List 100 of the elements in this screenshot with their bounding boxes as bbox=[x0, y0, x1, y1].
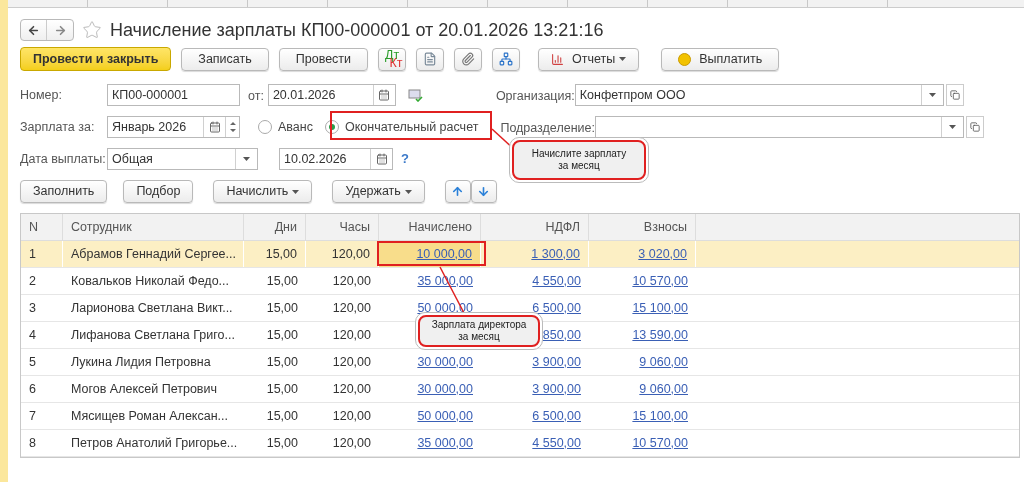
amount-link[interactable]: 15 100,00 bbox=[632, 298, 688, 318]
table-cell-text: 1 bbox=[29, 245, 36, 263]
table-command-button[interactable]: Заполнить bbox=[20, 180, 108, 203]
amount-link[interactable]: 35 000,00 bbox=[417, 433, 473, 453]
toolbar-button[interactable]: Записать bbox=[181, 47, 269, 71]
date-field[interactable]: 20.01.2026 bbox=[267, 84, 396, 106]
number-field[interactable]: КП00-000001 bbox=[107, 84, 240, 106]
field-label: от: bbox=[248, 89, 264, 103]
table-command-button[interactable]: Подбор bbox=[123, 180, 194, 203]
table-cell-text: Могов Алексей Петрович bbox=[71, 380, 217, 398]
caret-icon bbox=[243, 157, 250, 161]
callout-tooltip: Начислите зарплату за месяц bbox=[512, 140, 646, 180]
table-cell-text: 120,00 bbox=[331, 245, 370, 263]
coin-icon bbox=[678, 52, 692, 66]
amount-link[interactable]: 850,00 bbox=[542, 325, 581, 345]
amount-link[interactable]: 3 900,00 bbox=[532, 379, 581, 399]
star-icon[interactable] bbox=[82, 20, 102, 40]
amount-link[interactable]: 3 900,00 bbox=[532, 352, 581, 372]
column-header[interactable]: N bbox=[21, 214, 63, 240]
amount-link[interactable]: 30 000,00 bbox=[417, 352, 473, 372]
spinner-icon[interactable] bbox=[229, 122, 236, 132]
table-cell-text: Мясищев Роман Алексан... bbox=[71, 407, 228, 425]
table-command-button[interactable]: Удержать bbox=[332, 180, 425, 203]
radio-option[interactable]: Окончательный расчет bbox=[324, 117, 479, 137]
table-cell-text: 15,00 bbox=[265, 245, 297, 263]
caret-icon bbox=[404, 189, 412, 194]
column-header[interactable]: Дни bbox=[244, 214, 306, 240]
amount-link[interactable]: 3 020,00 bbox=[638, 244, 687, 264]
structure-icon bbox=[499, 52, 514, 66]
payout-select[interactable]: Общая bbox=[107, 148, 258, 170]
ledger-button[interactable]: Дт Кт bbox=[378, 47, 407, 71]
column-header[interactable]: Начислено bbox=[379, 214, 481, 240]
amount-link[interactable]: 10 570,00 bbox=[632, 271, 688, 291]
back-icon bbox=[27, 23, 40, 37]
field-label: Организация: bbox=[495, 89, 575, 103]
radio-option[interactable]: Аванс bbox=[258, 117, 313, 137]
amount-link[interactable]: 13 590,00 bbox=[632, 325, 688, 345]
help-link[interactable]: ? bbox=[401, 149, 409, 169]
field-label: Подразделение: bbox=[500, 121, 595, 135]
amount-link[interactable]: 15 100,00 bbox=[632, 406, 688, 426]
table-cell-text: Ларионова Светлана Викт... bbox=[71, 299, 233, 317]
column-header[interactable]: Часы bbox=[306, 214, 379, 240]
amount-link[interactable]: 1 300,00 bbox=[531, 244, 580, 264]
document-icon bbox=[423, 52, 438, 66]
amount-link[interactable]: 4 550,00 bbox=[532, 271, 581, 291]
organization-field[interactable]: Конфетпром ООО bbox=[574, 84, 944, 106]
caret-icon bbox=[619, 57, 627, 61]
field-label: Дата выплаты: bbox=[20, 150, 107, 168]
amount-link[interactable]: 6 500,00 bbox=[532, 406, 581, 426]
open-button[interactable] bbox=[965, 116, 984, 138]
list-button[interactable] bbox=[416, 47, 445, 71]
column-header[interactable]: Взносы bbox=[589, 214, 696, 240]
table-cell-text: 15,00 bbox=[266, 434, 298, 452]
column-header[interactable]: Сотрудник bbox=[63, 214, 244, 240]
field-label: Зарплата за: bbox=[20, 118, 96, 136]
table-command-button[interactable]: Начислить bbox=[213, 180, 313, 203]
table-row[interactable]: 1 Абрамов Геннадий Сергее... 15,00 120,00 10 000,00 1 300,00 3 020,00 bbox=[21, 241, 1019, 268]
caret-icon bbox=[948, 125, 956, 129]
table-cell-text: 5 bbox=[29, 353, 36, 371]
open-button[interactable] bbox=[945, 84, 964, 106]
table-cell-text: 4 bbox=[29, 326, 36, 344]
table-cell-text: 120,00 bbox=[332, 380, 371, 398]
table-cell-text: 15,00 bbox=[266, 380, 298, 398]
open-icon bbox=[949, 90, 960, 100]
column-header[interactable]: НДФЛ bbox=[481, 214, 589, 240]
table-cell-text: 120,00 bbox=[332, 299, 371, 317]
window-title: Начисление зарплаты КП00-000001 от 20.01.2026 13:21:16 bbox=[110, 18, 604, 42]
pay-button[interactable]: Выплатить bbox=[661, 47, 780, 71]
payout-date-field[interactable]: 10.02.2026 bbox=[279, 148, 393, 170]
table-cell-text: Лукина Лидия Петровна bbox=[71, 353, 211, 371]
amount-link[interactable]: 9 060,00 bbox=[639, 379, 688, 399]
field-label: Номер: bbox=[20, 86, 63, 104]
table-cell-text: Петров Анатолий Григорье... bbox=[71, 434, 238, 452]
period-field[interactable]: Январь 2026 bbox=[107, 116, 240, 138]
table-cell-text: 120,00 bbox=[332, 434, 371, 452]
attach-button[interactable] bbox=[454, 47, 483, 71]
table-cell-text: 15,00 bbox=[266, 272, 298, 290]
arrow-up-icon bbox=[451, 185, 465, 198]
arrow-down-icon bbox=[477, 185, 491, 198]
table-cell-text: 15,00 bbox=[266, 299, 298, 317]
table-cell-text: 15,00 bbox=[266, 326, 298, 344]
amount-link[interactable]: 10 570,00 bbox=[632, 433, 688, 453]
chart-icon bbox=[551, 52, 565, 66]
amount-link[interactable]: 4 550,00 bbox=[532, 433, 581, 453]
move-up-button[interactable] bbox=[444, 180, 471, 203]
calendar-icon bbox=[375, 153, 388, 165]
amount-link[interactable]: 6 500,00 bbox=[532, 298, 581, 318]
table-cell-text: 120,00 bbox=[332, 353, 371, 371]
document-check-icon[interactable] bbox=[407, 88, 423, 102]
department-field[interactable] bbox=[594, 116, 964, 138]
amount-link[interactable]: 9 060,00 bbox=[639, 352, 688, 372]
move-down-button[interactable] bbox=[470, 180, 497, 203]
reports-button[interactable]: Отчеты bbox=[538, 47, 640, 71]
structure-button[interactable] bbox=[492, 47, 521, 71]
table-cell-text: 15,00 bbox=[266, 353, 298, 371]
post-and-close-button[interactable]: Провести и закрыть bbox=[20, 47, 172, 71]
toolbar-button[interactable]: Провести bbox=[278, 47, 369, 71]
amount-link[interactable]: 30 000,00 bbox=[417, 379, 473, 399]
open-icon bbox=[969, 122, 980, 132]
amount-link[interactable]: 50 000,00 bbox=[417, 406, 473, 426]
